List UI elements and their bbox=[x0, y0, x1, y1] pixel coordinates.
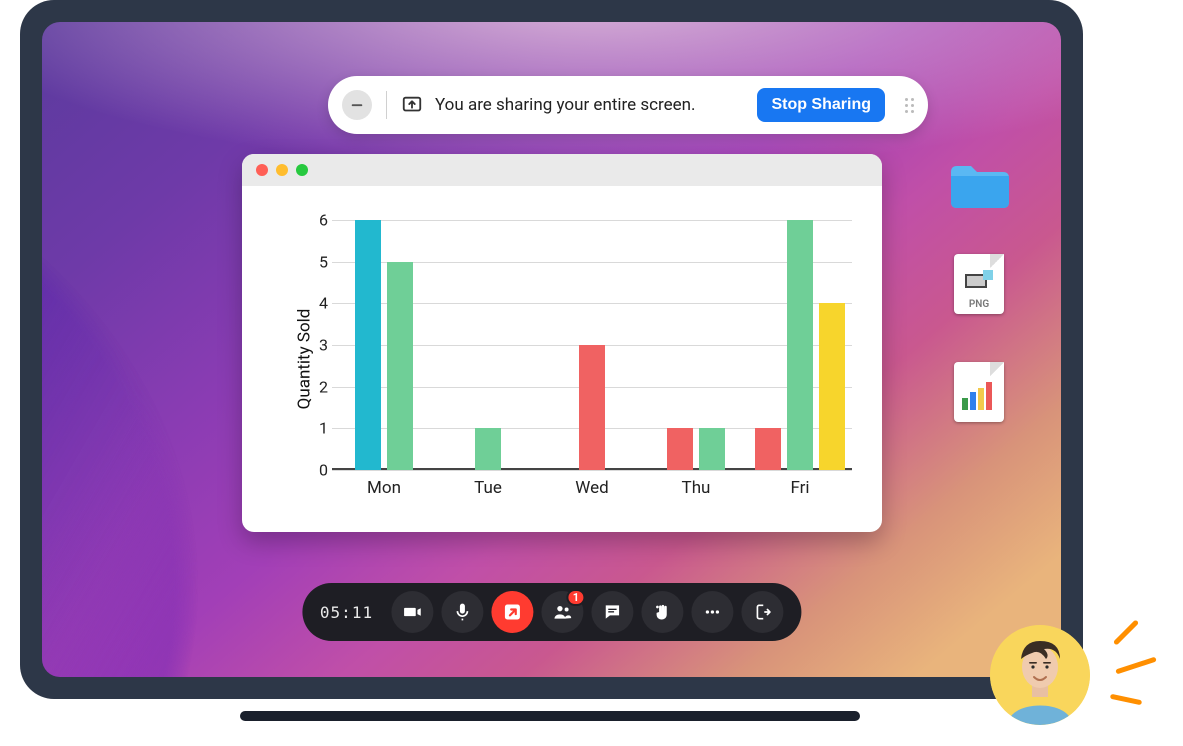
x-tick-label: Wed bbox=[540, 478, 644, 498]
bar bbox=[667, 428, 693, 470]
share-screen-icon bbox=[401, 94, 423, 116]
minus-icon bbox=[348, 96, 366, 114]
y-tick-label: 1 bbox=[304, 419, 328, 438]
microphone-button[interactable] bbox=[441, 591, 483, 633]
device-frame: You are sharing your entire screen. Stop… bbox=[20, 0, 1083, 699]
window-close-button[interactable] bbox=[256, 164, 268, 176]
raise-hand-icon bbox=[652, 602, 672, 622]
minimize-banner-button[interactable] bbox=[342, 90, 372, 120]
stop-sharing-button[interactable]: Stop Sharing bbox=[757, 88, 885, 122]
bar-group bbox=[748, 220, 852, 470]
bar bbox=[755, 428, 781, 470]
more-button[interactable] bbox=[691, 591, 733, 633]
desktop-png-file[interactable]: PNG bbox=[954, 254, 1004, 314]
emphasis-line bbox=[1110, 694, 1142, 706]
desktop: You are sharing your entire screen. Stop… bbox=[42, 22, 1061, 677]
bar-group bbox=[644, 220, 748, 470]
file-type-label: PNG bbox=[954, 299, 1004, 310]
window-titlebar[interactable] bbox=[242, 154, 882, 186]
meeting-toolbar: 05:11 1 bbox=[302, 583, 801, 641]
meeting-timer: 05:11 bbox=[320, 603, 373, 622]
bar bbox=[475, 428, 501, 470]
emphasis-line bbox=[1115, 657, 1156, 675]
bar-chart-icon bbox=[962, 382, 996, 410]
microphone-icon bbox=[452, 602, 472, 622]
bar bbox=[787, 220, 813, 470]
emphasis-line bbox=[1113, 619, 1139, 645]
y-tick-label: 3 bbox=[304, 336, 328, 355]
folder-icon bbox=[947, 162, 1011, 210]
bar bbox=[819, 303, 845, 470]
chart-plot-area: 0123456MonTueWedThuFri bbox=[304, 220, 852, 470]
desktop-folder-icon[interactable] bbox=[947, 162, 1011, 210]
x-axis-labels: MonTueWedThuFri bbox=[332, 478, 852, 498]
window-minimize-button[interactable] bbox=[276, 164, 288, 176]
bar-group bbox=[332, 220, 436, 470]
device-stand bbox=[240, 711, 860, 721]
gridline bbox=[332, 470, 852, 471]
bar bbox=[699, 428, 725, 470]
share-banner-text: You are sharing your entire screen. bbox=[435, 95, 696, 115]
chart-window: Quantity Sold 0123456MonTueWedThuFri bbox=[242, 154, 882, 532]
more-horizontal-icon bbox=[702, 602, 722, 622]
bar-groups bbox=[332, 220, 852, 470]
share-screen-button[interactable] bbox=[491, 591, 533, 633]
x-tick-label: Mon bbox=[332, 478, 436, 498]
file-icon bbox=[954, 362, 1004, 422]
bar bbox=[355, 220, 381, 470]
participants-button[interactable]: 1 bbox=[541, 591, 583, 633]
x-tick-label: Tue bbox=[436, 478, 540, 498]
bar bbox=[579, 345, 605, 470]
screen-share-banner: You are sharing your entire screen. Stop… bbox=[328, 76, 928, 134]
y-tick-label: 4 bbox=[304, 294, 328, 313]
x-tick-label: Fri bbox=[748, 478, 852, 498]
bar-group bbox=[540, 220, 644, 470]
presenter-avatar-wrap bbox=[990, 625, 1090, 725]
share-arrow-icon bbox=[502, 602, 522, 622]
chat-button[interactable] bbox=[591, 591, 633, 633]
y-tick-label: 6 bbox=[304, 211, 328, 230]
desktop-chart-file[interactable] bbox=[954, 362, 1004, 422]
x-tick-label: Thu bbox=[644, 478, 748, 498]
participants-badge: 1 bbox=[567, 589, 585, 606]
reactions-button[interactable] bbox=[641, 591, 683, 633]
y-tick-label: 2 bbox=[304, 377, 328, 396]
camera-icon bbox=[402, 602, 422, 622]
bar-group bbox=[436, 220, 540, 470]
banner-drag-handle[interactable] bbox=[905, 98, 914, 113]
presenter-avatar bbox=[990, 625, 1090, 725]
leave-button[interactable] bbox=[741, 591, 783, 633]
window-zoom-button[interactable] bbox=[296, 164, 308, 176]
bar bbox=[387, 262, 413, 470]
chat-icon bbox=[602, 602, 622, 622]
divider bbox=[386, 91, 387, 119]
people-icon bbox=[552, 602, 572, 622]
camera-button[interactable] bbox=[391, 591, 433, 633]
y-tick-label: 5 bbox=[304, 252, 328, 271]
file-icon: PNG bbox=[954, 254, 1004, 314]
y-tick-label: 0 bbox=[304, 461, 328, 480]
leave-icon bbox=[752, 602, 772, 622]
